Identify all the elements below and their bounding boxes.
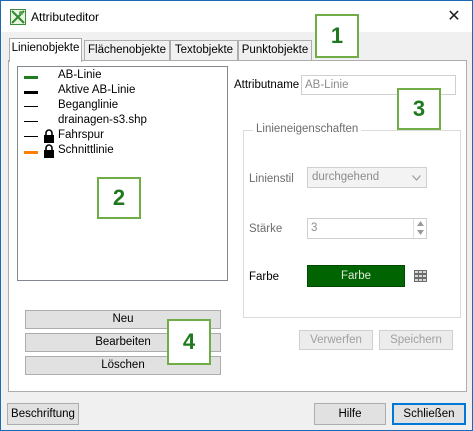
width-stepper[interactable]: 3: [307, 218, 427, 239]
tab-punktobjekte[interactable]: Punktobjekte: [238, 40, 312, 60]
save-button[interactable]: Speichern: [379, 330, 453, 350]
list-item[interactable]: Aktive AB-Linie: [18, 84, 218, 99]
callout-3: 3: [397, 88, 441, 130]
discard-button[interactable]: Verwerfen: [299, 330, 373, 350]
list-item-label: Beganglinie: [58, 99, 119, 111]
line-swatch: [24, 151, 38, 154]
tab-textobjekte[interactable]: Textobjekte: [170, 40, 238, 60]
list-item[interactable]: drainagen-s3.shp: [18, 114, 218, 129]
help-button[interactable]: Hilfe: [314, 403, 386, 425]
line-swatch: [24, 91, 38, 94]
app-icon: [10, 9, 26, 25]
lock-icon: [44, 144, 54, 158]
list-item[interactable]: AB-Linie: [18, 69, 218, 84]
list-item[interactable]: Schnittlinie: [18, 144, 218, 159]
list-item-label: drainagen-s3.shp: [58, 114, 147, 126]
tab-flaechenobjekte[interactable]: Flächenobjekte: [84, 40, 170, 60]
spin-up-icon[interactable]: [417, 221, 424, 226]
labeling-button[interactable]: Beschriftung: [7, 403, 79, 425]
list-item-label: Fahrspur: [58, 129, 105, 141]
chevron-down-icon: [412, 175, 421, 181]
line-swatch: [24, 76, 38, 79]
line-style-label: Linienstil: [249, 173, 294, 185]
line-properties-title: Linieneigenschaften: [253, 123, 362, 135]
callout-1: 1: [315, 14, 359, 58]
list-item-label: Schnittlinie: [58, 144, 114, 156]
title-bar: Attributeditor ✕: [1, 1, 472, 32]
line-style-select[interactable]: durchgehend: [307, 167, 427, 188]
line-swatch: [24, 136, 38, 137]
color-label: Farbe: [249, 271, 280, 283]
list-item-label: AB-Linie: [58, 69, 102, 81]
window-title: Attributeditor: [31, 10, 100, 24]
line-style-value: durchgehend: [312, 171, 380, 183]
attribute-name-label: Attributname: [234, 79, 300, 91]
width-label: Stärke: [249, 223, 283, 235]
list-item[interactable]: Fahrspur: [18, 129, 218, 144]
line-swatch: [24, 106, 38, 107]
color-button[interactable]: Farbe: [307, 265, 405, 287]
close-button[interactable]: Schließen: [392, 403, 466, 425]
close-icon[interactable]: ✕: [437, 3, 471, 30]
spin-down-icon[interactable]: [417, 230, 424, 235]
layer-list[interactable]: AB-Linie Aktive AB-Linie Beganglinie dra…: [17, 66, 228, 281]
lock-icon: [44, 129, 54, 143]
callout-2: 2: [97, 177, 141, 219]
palette-grid-icon[interactable]: [414, 270, 427, 282]
attribute-editor-window: Attributeditor ✕ Linienobjekte Flächenob…: [0, 0, 473, 431]
spin-buttons: [413, 219, 426, 238]
callout-4: 4: [167, 319, 211, 365]
tab-linienobjekte[interactable]: Linienobjekte: [9, 38, 82, 62]
list-item-label: Aktive AB-Linie: [58, 84, 136, 96]
line-swatch: [24, 121, 38, 122]
width-value: 3: [311, 222, 318, 234]
list-item[interactable]: Beganglinie: [18, 99, 218, 114]
